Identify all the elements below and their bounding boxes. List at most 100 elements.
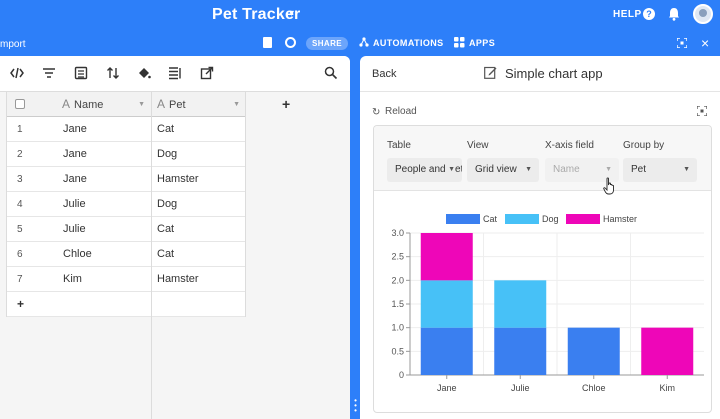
x-tick-label: Chloe xyxy=(582,383,606,393)
x-tick-label: Julie xyxy=(511,383,530,393)
y-tick-label: 0.5 xyxy=(391,346,404,356)
groupby-select[interactable]: Pet ▼ xyxy=(623,158,697,182)
view-select[interactable]: Grid view ▼ xyxy=(467,158,539,182)
chart-card: Table People and Pets ▼ View Grid view ▼… xyxy=(373,125,712,413)
add-column-button[interactable]: + xyxy=(282,96,290,112)
pet-cell[interactable]: Cat xyxy=(157,242,174,267)
paint-bucket-icon[interactable] xyxy=(137,66,151,80)
row-number: 7 xyxy=(17,274,23,285)
legend-swatch xyxy=(446,214,480,224)
apps-button[interactable]: APPS xyxy=(469,38,495,48)
help-icon[interactable]: ? xyxy=(643,8,655,20)
name-cell[interactable]: Julie xyxy=(63,217,86,242)
add-row-button[interactable]: + xyxy=(6,292,246,317)
column-header-pet[interactable]: A Pet ▼ xyxy=(157,92,246,117)
grid-divider xyxy=(6,92,7,317)
fullscreen-icon[interactable] xyxy=(697,106,707,116)
grid-panel: A Name ▼ A Pet ▼ + 1 Jane Cat 2 Jane Dog 3… xyxy=(0,56,350,419)
share-button[interactable]: SHARE xyxy=(306,37,349,50)
table-row[interactable]: 3 Jane Hamster xyxy=(6,167,246,192)
x-tick-label: Kim xyxy=(660,383,676,393)
pet-cell[interactable]: Hamster xyxy=(157,167,199,192)
panel-resizer[interactable] xyxy=(350,56,360,419)
edit-app-icon[interactable] xyxy=(484,66,497,79)
table-row[interactable]: 5 Julie Cat xyxy=(6,217,246,242)
legend-swatch xyxy=(505,214,539,224)
y-tick-label: 1.0 xyxy=(391,323,404,333)
top-bar: Pet Tracker ▾ HELP ? xyxy=(0,0,720,32)
share-view-icon[interactable] xyxy=(200,66,214,80)
grid-header: A Name ▼ A Pet ▼ xyxy=(6,92,246,117)
close-icon[interactable]: × xyxy=(701,35,709,51)
legend-label: Cat xyxy=(483,214,498,224)
y-tick-label: 2.5 xyxy=(391,252,404,262)
xaxis-select-value: Name xyxy=(553,164,580,175)
hand-cursor-icon xyxy=(603,177,614,195)
reload-button[interactable]: Reload xyxy=(385,106,417,117)
table-row[interactable]: 6 Chloe Cat xyxy=(6,242,246,267)
name-cell[interactable]: Jane xyxy=(63,142,87,167)
bar-segment-cat xyxy=(567,327,620,375)
row-number: 6 xyxy=(17,249,23,260)
text-field-icon: A xyxy=(62,97,71,111)
table-row[interactable]: 1 Jane Cat xyxy=(6,117,246,142)
add-row-label: + xyxy=(17,297,25,311)
y-tick-label: 2.0 xyxy=(391,275,404,285)
help-link[interactable]: HELP xyxy=(613,9,642,20)
drag-handle-icon[interactable]: • • • xyxy=(354,397,357,415)
legend-label: Hamster xyxy=(603,214,637,224)
row-number: 4 xyxy=(17,199,23,210)
row-number: 2 xyxy=(17,149,23,160)
bell-icon[interactable] xyxy=(668,7,680,21)
app-title: Simple chart app xyxy=(505,66,603,81)
import-tab[interactable]: mport xyxy=(0,39,26,50)
group-icon[interactable] xyxy=(74,66,88,80)
select-all-checkbox[interactable] xyxy=(15,99,25,109)
y-tick-label: 0 xyxy=(399,370,404,380)
back-button[interactable]: Back xyxy=(372,68,396,80)
search-icon[interactable] xyxy=(324,66,338,80)
name-cell[interactable]: Kim xyxy=(63,267,82,292)
code-icon[interactable] xyxy=(10,66,24,80)
stacked-bar-chart: Cat Dog Hamster 0 0.5 1.0 1.5 2.0 2.5 3.0 Jane Juli… xyxy=(391,214,704,393)
bar-segment-dog xyxy=(494,280,547,328)
automations-button[interactable]: AUTOMATIONS xyxy=(373,38,444,48)
pet-cell[interactable]: Hamster xyxy=(157,267,199,292)
name-cell[interactable]: Jane xyxy=(63,117,87,142)
expand-icon[interactable] xyxy=(677,38,687,48)
pet-cell[interactable]: Dog xyxy=(157,192,177,217)
trash-icon[interactable] xyxy=(263,37,272,48)
base-title[interactable]: Pet Tracker xyxy=(212,6,300,24)
column-header-name[interactable]: A Name ▼ xyxy=(62,92,151,117)
name-cell[interactable]: Chloe xyxy=(63,242,92,267)
row-height-icon[interactable] xyxy=(168,66,182,80)
table-row[interactable]: 2 Jane Dog xyxy=(6,142,246,167)
y-tick-label: 1.5 xyxy=(391,299,404,309)
filter-icon[interactable] xyxy=(42,66,56,80)
xaxis-label: X-axis field xyxy=(545,140,594,151)
avatar[interactable] xyxy=(693,4,713,24)
table-row[interactable]: 7 Kim Hamster xyxy=(6,267,246,292)
history-icon[interactable] xyxy=(285,37,296,48)
app-panel: Back Simple chart app ↻ Reload Table Peo… xyxy=(360,56,720,419)
pet-cell[interactable]: Dog xyxy=(157,142,177,167)
table-select[interactable]: People and Pets ▼ xyxy=(387,158,462,182)
name-cell[interactable]: Jane xyxy=(63,167,87,192)
table-row[interactable]: 4 Julie Dog xyxy=(6,192,246,217)
chart-area: Cat Dog Hamster 0 0.5 1.0 1.5 2.0 2.5 3.0 Jane Juli… xyxy=(374,196,711,416)
chevron-down-icon[interactable]: ▼ xyxy=(233,92,240,117)
name-cell[interactable]: Julie xyxy=(63,192,86,217)
pet-cell[interactable]: Cat xyxy=(157,117,174,142)
sort-icon[interactable] xyxy=(106,66,120,80)
pet-cell[interactable]: Cat xyxy=(157,217,174,242)
grid-divider xyxy=(245,92,246,317)
chevron-down-icon[interactable]: ▼ xyxy=(138,92,145,117)
chevron-down-icon: ▼ xyxy=(525,166,532,173)
table-label: Table xyxy=(387,140,411,151)
view-select-value: Grid view xyxy=(475,164,517,175)
row-number: 5 xyxy=(17,224,23,235)
chevron-down-icon[interactable]: ▾ xyxy=(289,8,294,19)
reload-icon[interactable]: ↻ xyxy=(372,107,380,118)
automations-icon[interactable] xyxy=(359,37,369,47)
apps-icon[interactable] xyxy=(454,37,465,48)
